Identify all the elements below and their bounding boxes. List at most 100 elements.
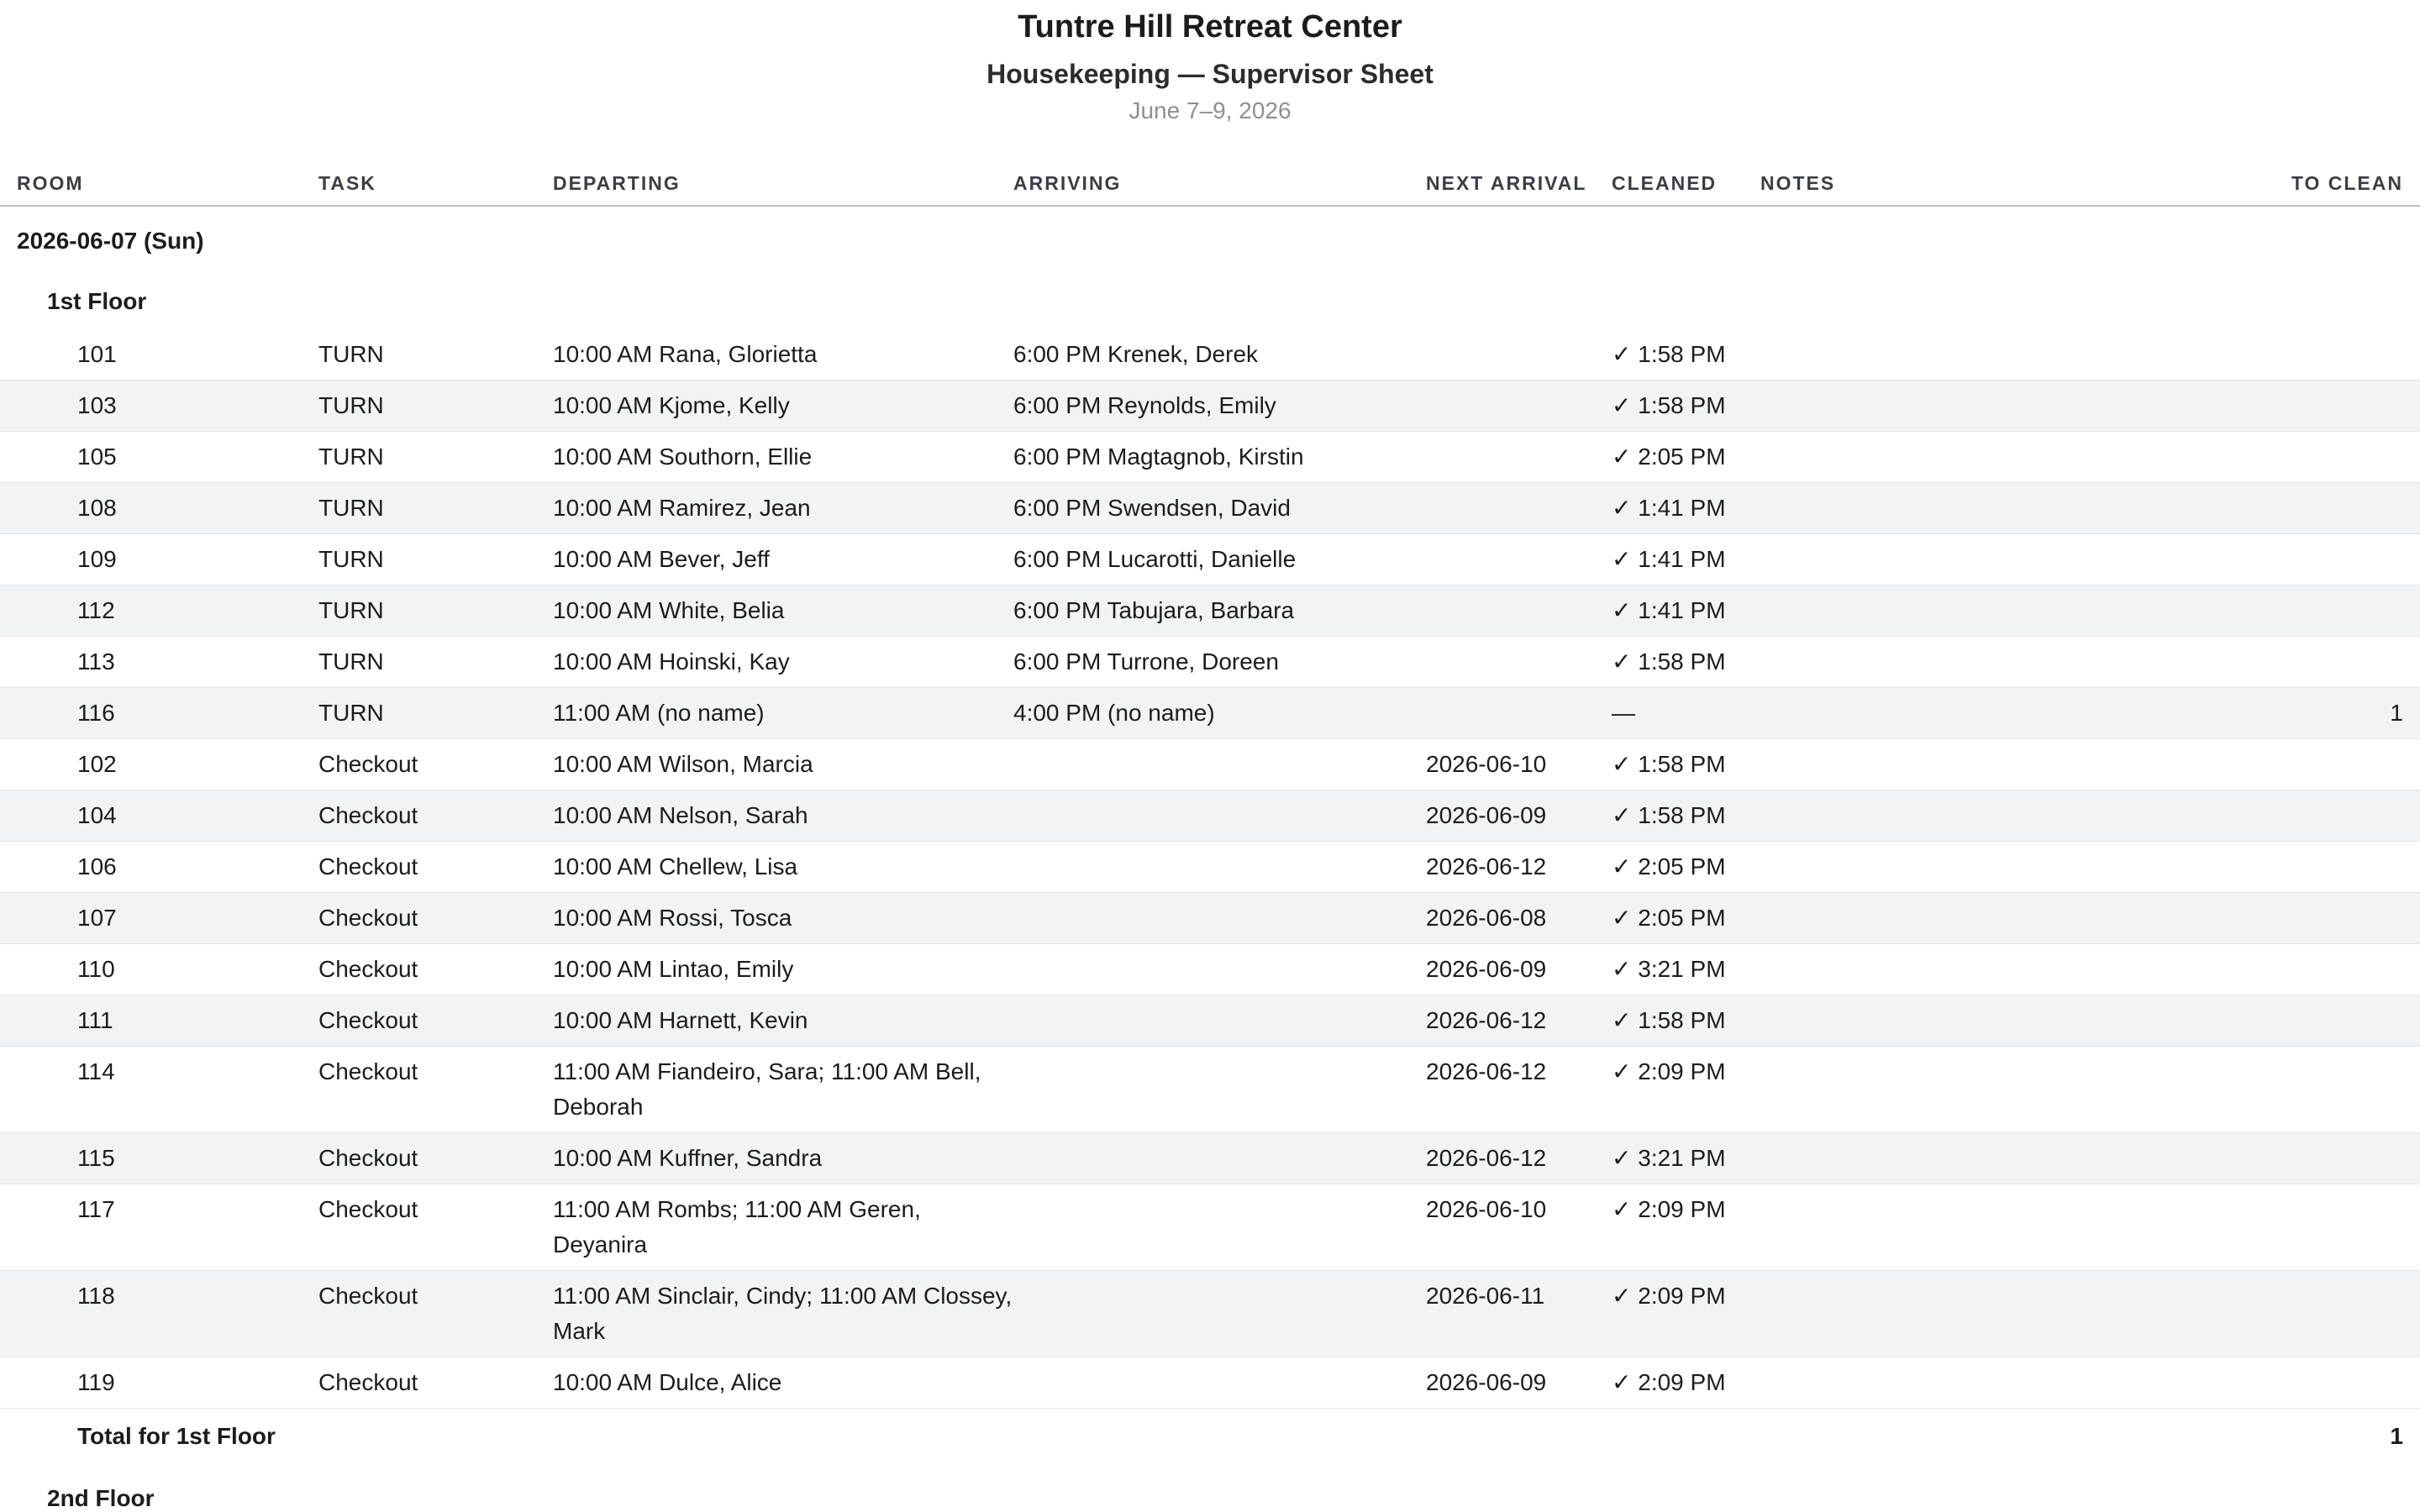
report-header: Tuntre Hill Retreat Center Housekeeping … xyxy=(0,0,2420,126)
departing-guests: 10:00 AM Ramirez, Jean xyxy=(553,482,1013,534)
next-arrival-date: 2026-06-09 xyxy=(1426,1357,1612,1409)
to-clean-count xyxy=(2181,1357,2420,1409)
to-clean-count xyxy=(2181,995,2420,1047)
to-clean-count xyxy=(2181,380,2420,432)
cleaned-status: ✓ 1:41 PM xyxy=(1612,482,1760,534)
notes-cell xyxy=(1760,431,2181,483)
next-arrival-date xyxy=(1426,431,1612,483)
departing-guests: 10:00 AM Wilson, Marcia xyxy=(553,738,1013,790)
cleaned-status: ✓ 1:58 PM xyxy=(1612,738,1760,790)
day-label: 2026-06-07 (Sun) xyxy=(17,228,204,254)
room-number: 104 xyxy=(0,790,318,842)
table-row: 118 Checkout 11:00 AM Sinclair, Cindy; 11:… xyxy=(0,1270,2420,1357)
room-number: 108 xyxy=(0,482,318,534)
report-subtitle: Housekeeping — Supervisor Sheet xyxy=(986,59,1434,89)
departing-guests: 10:00 AM Chellew, Lisa xyxy=(553,841,1013,893)
to-clean-count: 1 xyxy=(2181,687,2420,739)
arriving-guests: 6:00 PM Magtagnob, Kirstin xyxy=(1013,431,1426,483)
next-arrival-date: 2026-06-12 xyxy=(1426,841,1612,893)
to-clean-count xyxy=(2181,431,2420,483)
column-header-room: ROOM xyxy=(0,161,318,207)
arriving-guests xyxy=(1013,790,1426,842)
to-clean-count xyxy=(2181,482,2420,534)
arriving-guests: 6:00 PM Swendsen, David xyxy=(1013,482,1426,534)
to-clean-count xyxy=(2181,790,2420,842)
table-row: 102 Checkout 10:00 AM Wilson, Marcia 2026-0… xyxy=(0,738,2420,790)
room-number: 110 xyxy=(0,943,318,995)
room-number: 107 xyxy=(0,892,318,944)
to-clean-count xyxy=(2181,738,2420,790)
to-clean-count xyxy=(2181,892,2420,944)
notes-cell xyxy=(1760,482,2181,534)
table-row: 119 Checkout 10:00 AM Dulce, Alice 2026-06-… xyxy=(0,1357,2420,1409)
next-arrival-date: 2026-06-12 xyxy=(1426,1132,1612,1184)
task-type: TURN xyxy=(318,533,553,585)
next-arrival-date xyxy=(1426,380,1612,432)
notes-cell xyxy=(1760,738,2181,790)
column-header-next-arrival: NEXT ARRIVAL xyxy=(1426,161,1612,207)
table-row: 108 TURN 10:00 AM Ramirez, Jean 6:00 PM Swe… xyxy=(0,482,2420,534)
room-number: 102 xyxy=(0,738,318,790)
arriving-guests: 6:00 PM Turrone, Doreen xyxy=(1013,636,1426,688)
table-row: 117 Checkout 11:00 AM Rombs; 11:00 AM Gere… xyxy=(0,1184,2420,1271)
table-body: 2026-06-07 (Sun) 1st Floor 101 TURN 10:00 … xyxy=(0,206,2420,1409)
to-clean-count xyxy=(2181,585,2420,637)
to-clean-count xyxy=(2181,1046,2420,1133)
column-header-cleaned: CLEANED xyxy=(1612,161,1760,207)
supervisor-sheet: Tuntre Hill Retreat Center Housekeeping … xyxy=(0,0,2420,1512)
housekeeping-table: ROOM TASK DEPARTING ARRIVING NEXT ARRIVA… xyxy=(0,161,2420,1512)
arriving-guests xyxy=(1013,1357,1426,1409)
arriving-guests xyxy=(1013,738,1426,790)
table-row: 112 TURN 10:00 AM White, Belia 6:00 PM Tabu… xyxy=(0,585,2420,637)
cleaned-status: ✓ 3:21 PM xyxy=(1612,1132,1760,1184)
floor-total-label: Total for 1st Floor xyxy=(77,1423,276,1449)
to-clean-count xyxy=(2181,841,2420,893)
task-type: TURN xyxy=(318,380,553,432)
notes-cell xyxy=(1760,995,2181,1047)
departing-guests: 10:00 AM White, Belia xyxy=(553,585,1013,637)
next-arrival-date: 2026-06-09 xyxy=(1426,790,1612,842)
cleaned-status: ✓ 2:05 PM xyxy=(1612,841,1760,893)
cleaned-status: ✓ 1:58 PM xyxy=(1612,636,1760,688)
room-number: 106 xyxy=(0,841,318,893)
next-arrival-date: 2026-06-11 xyxy=(1426,1270,1612,1357)
next-arrival-date xyxy=(1426,687,1612,739)
notes-cell xyxy=(1760,329,2181,381)
departing-guests: 11:00 AM (no name) xyxy=(553,687,1013,739)
table-header: ROOM TASK DEPARTING ARRIVING NEXT ARRIVA… xyxy=(0,161,2420,207)
arriving-guests xyxy=(1013,995,1426,1047)
notes-cell xyxy=(1760,1184,2181,1271)
room-number: 118 xyxy=(0,1270,318,1357)
cleaned-status: ✓ 1:41 PM xyxy=(1612,533,1760,585)
task-type: TURN xyxy=(318,482,553,534)
notes-cell xyxy=(1760,687,2181,739)
room-number: 101 xyxy=(0,329,318,381)
floor-summary: Total for 1st Floor 1 2nd Floor xyxy=(0,1409,2420,1512)
cleaned-status: ✓ 2:09 PM xyxy=(1612,1270,1760,1357)
cleaned-status: ✓ 1:58 PM xyxy=(1612,790,1760,842)
notes-cell xyxy=(1760,1357,2181,1409)
table-row: 101 TURN 10:00 AM Rana, Glorietta 6:00 PM K… xyxy=(0,329,2420,381)
departing-guests: 10:00 AM Harnett, Kevin xyxy=(553,995,1013,1047)
floor-total-value: 1 xyxy=(2390,1423,2403,1449)
cleaned-status: ✓ 2:09 PM xyxy=(1612,1357,1760,1409)
table-row: 114 Checkout 11:00 AM Fiandeiro, Sara; 11:… xyxy=(0,1046,2420,1133)
departing-guests: 11:00 AM Fiandeiro, Sara; 11:00 AM Bell,… xyxy=(553,1046,1013,1133)
arriving-guests xyxy=(1013,1046,1426,1133)
cleaned-status: ✓ 2:09 PM xyxy=(1612,1046,1760,1133)
task-type: TURN xyxy=(318,585,553,637)
to-clean-count xyxy=(2181,943,2420,995)
to-clean-count xyxy=(2181,1270,2420,1357)
column-header-departing: DEPARTING xyxy=(553,161,1013,207)
task-type: Checkout xyxy=(318,738,553,790)
room-number: 111 xyxy=(0,995,318,1047)
departing-guests: 10:00 AM Rana, Glorietta xyxy=(553,329,1013,381)
column-header-to-clean: TO CLEAN xyxy=(2181,161,2420,207)
floor-group-header: 1st Floor xyxy=(0,267,2420,329)
next-arrival-date xyxy=(1426,482,1612,534)
room-number: 116 xyxy=(0,687,318,739)
departing-guests: 10:00 AM Lintao, Emily xyxy=(553,943,1013,995)
room-number: 103 xyxy=(0,380,318,432)
next-arrival-date xyxy=(1426,329,1612,381)
next-arrival-date xyxy=(1426,533,1612,585)
